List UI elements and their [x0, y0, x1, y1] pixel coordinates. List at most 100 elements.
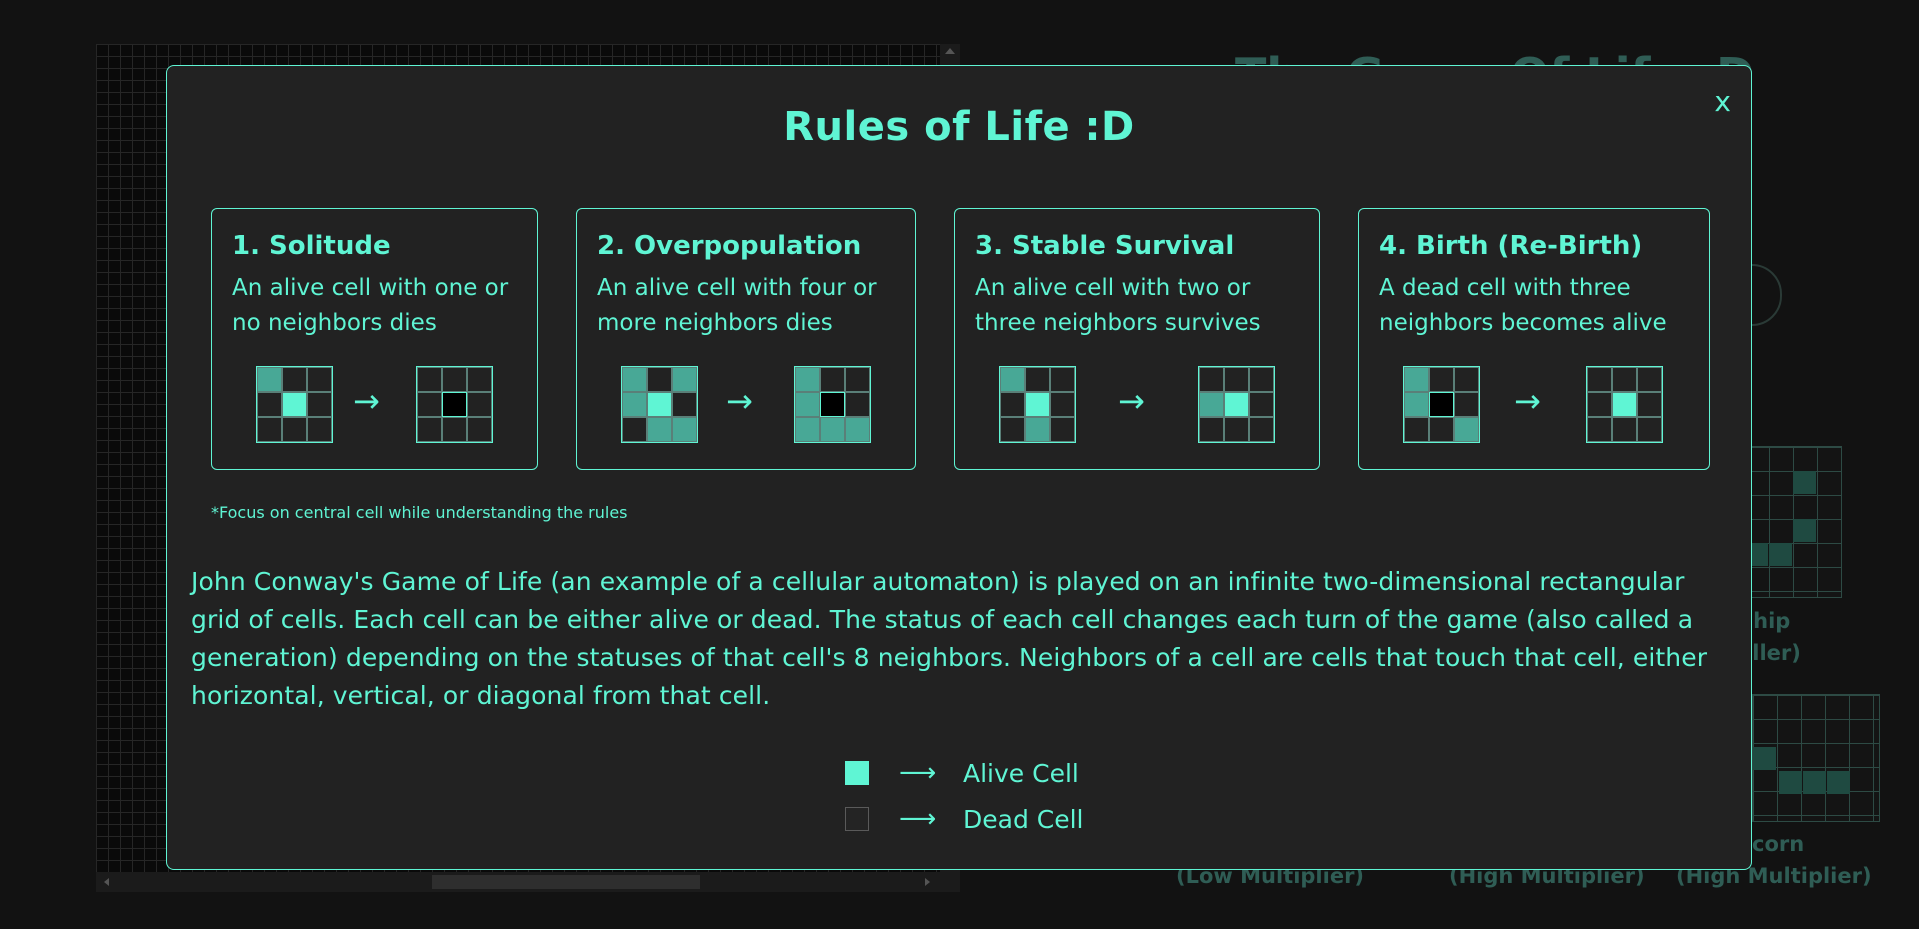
empty-cell: [467, 367, 492, 392]
empty-cell: [1199, 367, 1224, 392]
rule-after-grid: [794, 366, 871, 443]
empty-cell: [307, 417, 332, 442]
neighbor-cell: [1199, 392, 1224, 417]
neighbor-cell: [672, 417, 697, 442]
legend-arrow: ⟶: [899, 804, 937, 834]
empty-cell: [257, 417, 282, 442]
empty-cell: [1224, 417, 1249, 442]
scroll-right-icon[interactable]: [925, 878, 930, 886]
center-dead-cell: [442, 392, 467, 417]
empty-cell: [1000, 392, 1025, 417]
empty-cell: [1199, 417, 1224, 442]
neighbor-cell: [795, 367, 820, 392]
rule-arrow: →: [726, 382, 753, 420]
empty-cell: [672, 392, 697, 417]
dead-cell-swatch: [845, 807, 869, 831]
empty-cell: [467, 392, 492, 417]
rules-modal: Rules of Life :D x 1. Solitude An alive …: [166, 65, 1752, 870]
rule-arrow: →: [353, 382, 380, 420]
neighbor-cell: [1000, 367, 1025, 392]
center-dead-cell: [820, 392, 845, 417]
modal-title: Rules of Life :D: [783, 104, 1135, 150]
rule-arrow: →: [1514, 382, 1541, 420]
rules-footnote: *Focus on central cell while understandi…: [211, 503, 628, 522]
empty-cell: [257, 392, 282, 417]
rule-card-overpopulation: 2. Overpopulation An alive cell with fou…: [576, 208, 916, 470]
rule-before-grid: [621, 366, 698, 443]
empty-cell: [442, 417, 467, 442]
empty-cell: [1587, 367, 1612, 392]
neighbor-cell: [1404, 367, 1429, 392]
alive-cell: [1224, 392, 1249, 417]
neighbor-cell: [795, 417, 820, 442]
empty-cell: [1025, 367, 1050, 392]
alive-cell: [282, 392, 307, 417]
rule-before-grid: [999, 366, 1076, 443]
scroll-left-icon[interactable]: [104, 878, 109, 886]
empty-cell: [1249, 367, 1274, 392]
rule-description: An alive cell with two or three neighbor…: [975, 275, 1261, 336]
rule-after-grid: [1198, 366, 1275, 443]
rule-after-grid: [416, 366, 493, 443]
pattern-caption-acorn: corn: [1752, 832, 1805, 856]
pattern-preview-ship[interactable]: [1744, 446, 1842, 598]
scroll-up-icon[interactable]: [945, 48, 955, 54]
alive-cell-label: Alive Cell: [963, 758, 1079, 788]
empty-cell: [1404, 417, 1429, 442]
empty-cell: [282, 367, 307, 392]
rule-title: 4. Birth (Re-Birth): [1379, 231, 1643, 261]
center-dead-cell: [1429, 392, 1454, 417]
legend-arrow: ⟶: [899, 758, 937, 788]
empty-cell: [417, 392, 442, 417]
empty-cell: [1612, 417, 1637, 442]
pattern-preview-acorn[interactable]: [1752, 694, 1880, 822]
alive-cell: [1612, 392, 1637, 417]
rule-title: 1. Solitude: [232, 231, 391, 261]
rule-card-stable-survival: 3. Stable Survival An alive cell with tw…: [954, 208, 1320, 470]
app-root: The Game Of Life :D Ship eller) corn (Lo…: [0, 0, 1919, 929]
empty-cell: [1050, 417, 1075, 442]
dead-cell-label: Dead Cell: [963, 804, 1084, 834]
empty-cell: [1637, 392, 1662, 417]
neighbor-cell: [647, 417, 672, 442]
rule-card-solitude: 1. Solitude An alive cell with one or no…: [211, 208, 538, 470]
empty-cell: [1587, 392, 1612, 417]
close-button[interactable]: x: [1714, 88, 1731, 116]
neighbor-cell: [622, 392, 647, 417]
rule-description: An alive cell with four or more neighbor…: [597, 275, 877, 336]
empty-cell: [1000, 417, 1025, 442]
empty-cell: [417, 367, 442, 392]
game-description: John Conway's Game of Life (an example o…: [191, 567, 1708, 710]
rule-card-birth: 4. Birth (Re-Birth) A dead cell with thr…: [1358, 208, 1710, 470]
alive-cell: [647, 392, 672, 417]
neighbor-cell: [622, 367, 647, 392]
empty-cell: [845, 367, 870, 392]
rule-before-grid: [1403, 366, 1480, 443]
empty-cell: [1050, 392, 1075, 417]
empty-cell: [1249, 392, 1274, 417]
empty-cell: [1612, 367, 1637, 392]
empty-cell: [1224, 367, 1249, 392]
rule-arrow: →: [1118, 382, 1145, 420]
empty-cell: [1429, 367, 1454, 392]
rule-before-grid: [256, 366, 333, 443]
empty-cell: [417, 417, 442, 442]
empty-cell: [307, 367, 332, 392]
empty-cell: [467, 417, 492, 442]
neighbor-cell: [845, 417, 870, 442]
empty-cell: [307, 392, 332, 417]
neighbor-cell: [672, 367, 697, 392]
grid-horizontal-scrollbar[interactable]: [96, 872, 960, 892]
neighbor-cell: [1454, 417, 1479, 442]
empty-cell: [820, 367, 845, 392]
empty-cell: [647, 367, 672, 392]
rule-after-grid: [1586, 366, 1663, 443]
legend-dead: ⟶ Dead Cell: [845, 804, 1084, 834]
empty-cell: [1637, 417, 1662, 442]
neighbor-cell: [257, 367, 282, 392]
alive-cell-swatch: [845, 761, 869, 785]
scrollbar-thumb[interactable]: [432, 875, 700, 889]
empty-cell: [1587, 417, 1612, 442]
empty-cell: [1249, 417, 1274, 442]
neighbor-cell: [1025, 417, 1050, 442]
